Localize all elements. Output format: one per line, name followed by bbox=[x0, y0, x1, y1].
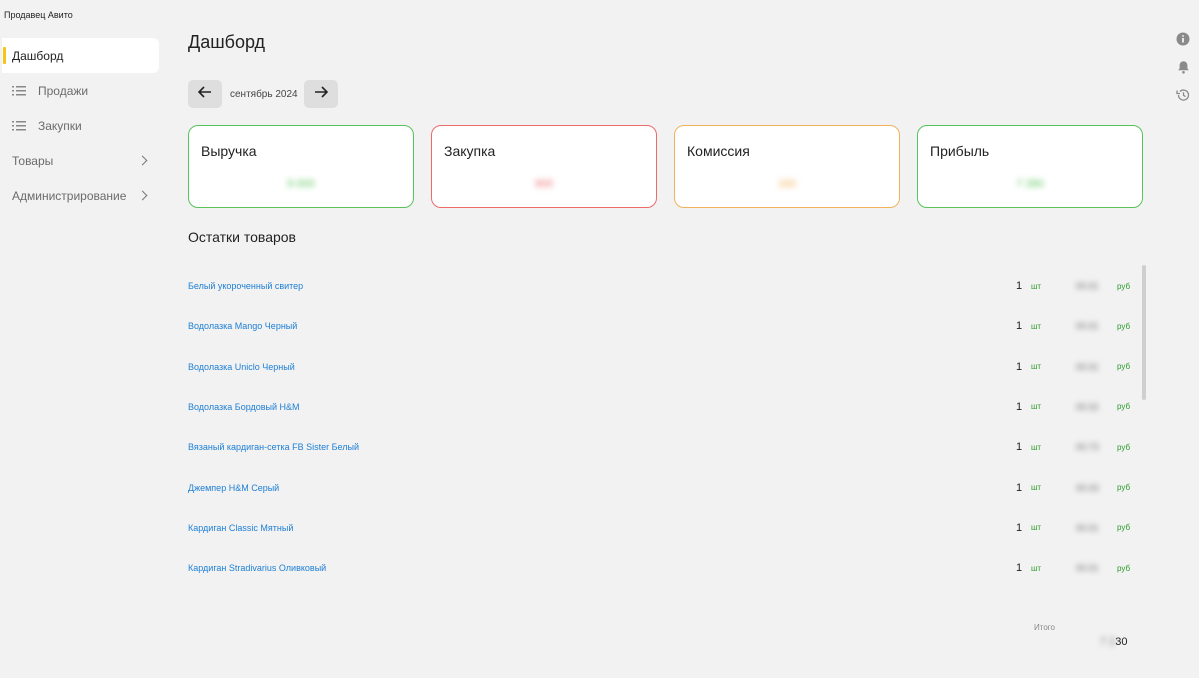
page-title: Дашборд bbox=[188, 32, 266, 52]
currency-label: руб bbox=[1117, 483, 1131, 492]
list-icon bbox=[12, 85, 28, 96]
card-value: 900 bbox=[534, 178, 554, 190]
currency-label: руб bbox=[1117, 281, 1131, 291]
table-row: Водолазка Uniclo Черный 1 шт 00.01 руб bbox=[188, 347, 1140, 387]
sidebar-item-sales[interactable]: Продажи bbox=[0, 73, 162, 108]
unit-label: шт bbox=[1031, 281, 1042, 291]
quantity: 1 bbox=[1016, 562, 1023, 575]
chevron-right-icon bbox=[137, 155, 148, 166]
quantity: 1 bbox=[1016, 481, 1023, 494]
price-value: 00.03 bbox=[1076, 482, 1099, 493]
product-name-link[interactable]: Белый укороченный свитер bbox=[188, 281, 303, 291]
list-icon bbox=[12, 120, 28, 131]
product-name-link[interactable]: Водолазка Бордовый H&M bbox=[188, 402, 300, 412]
price-value: 00.73 bbox=[1076, 442, 1099, 453]
product-name-link[interactable]: Водолазка Mango Черный bbox=[188, 321, 297, 331]
unit-label: шт bbox=[1031, 563, 1042, 573]
table-row: Водолазка Бордовый H&M 1 шт 00.02 руб bbox=[188, 387, 1140, 427]
total-value: 7 230 bbox=[1100, 636, 1128, 648]
arrow-left-icon bbox=[197, 85, 212, 103]
table-row: Водолазка Mango Черный 1 шт 00.01 руб bbox=[188, 306, 1140, 346]
card-value: 7 280 bbox=[1016, 178, 1044, 190]
price-value: 00.01 bbox=[1076, 321, 1099, 332]
price-value: 00.01 bbox=[1076, 522, 1099, 533]
product-name-link[interactable]: Джемпер H&M Серый bbox=[188, 483, 279, 493]
card-label: Комиссия bbox=[687, 143, 750, 159]
bell-icon[interactable] bbox=[1175, 59, 1191, 75]
currency-label: руб bbox=[1117, 442, 1131, 452]
sidebar-item-dashboard[interactable]: Дашборд bbox=[2, 38, 159, 73]
next-month-button[interactable] bbox=[303, 80, 338, 108]
currency-label: руб bbox=[1117, 402, 1131, 412]
sidebar-item-label: Закупки bbox=[38, 118, 82, 133]
currency-label: руб bbox=[1117, 523, 1131, 533]
total-value-visible: 30 bbox=[1115, 636, 1128, 648]
sidebar-item-administration[interactable]: Администрирование bbox=[0, 178, 162, 213]
profit-card: Прибыль 7 280 bbox=[917, 125, 1143, 208]
stock-section-title: Остатки товаров bbox=[188, 229, 296, 245]
unit-label: шт bbox=[1031, 321, 1042, 331]
sidebar-item-purchases[interactable]: Закупки bbox=[0, 108, 162, 143]
chevron-right-icon bbox=[137, 190, 148, 201]
card-label: Закупка bbox=[444, 143, 496, 159]
sidebar-item-label: Продажи bbox=[38, 83, 89, 98]
quantity: 1 bbox=[1016, 441, 1023, 454]
quantity: 1 bbox=[1016, 400, 1023, 413]
product-name-link[interactable]: Вязаный кардиган-сетка FB Sister Белый bbox=[188, 442, 359, 452]
table-row: Вязаный кардиган-сетка FB Sister Белый 1 ш… bbox=[188, 427, 1140, 467]
arrow-right-icon bbox=[314, 85, 328, 103]
price-value: 00.02 bbox=[1076, 401, 1099, 412]
history-icon[interactable] bbox=[1175, 87, 1191, 103]
list-overflow-fade bbox=[1010, 598, 1140, 610]
app-title: Продавец Авито bbox=[4, 10, 73, 20]
table-row: Белый укороченный свитер 1 шт 00.01 руб bbox=[188, 266, 1140, 306]
commission-card: Комиссия 180 bbox=[674, 125, 900, 208]
right-toolbar bbox=[1175, 31, 1191, 115]
product-name-link[interactable]: Кардиган Stradivarius Оливковый bbox=[188, 563, 326, 573]
card-value: 180 bbox=[777, 178, 797, 190]
table-row: Кардиган Stradivarius Оливковый 1 шт 00.01 р… bbox=[188, 548, 1140, 588]
unit-label: шт bbox=[1031, 402, 1042, 412]
table-row: Джемпер H&M Серый 1 шт 00.03 руб bbox=[188, 468, 1140, 508]
revenue-card: Выручка 9 000 bbox=[188, 125, 414, 208]
sidebar: Дашборд Продажи Закупки Товары Администр… bbox=[0, 38, 162, 213]
total-value-blurred: 7 2 bbox=[1100, 636, 1116, 648]
unit-label: шт bbox=[1031, 442, 1042, 452]
info-icon[interactable] bbox=[1175, 31, 1191, 47]
month-switcher: сентябрь 2024 bbox=[188, 80, 338, 108]
sidebar-item-products[interactable]: Товары bbox=[0, 143, 162, 178]
unit-label: шт bbox=[1031, 362, 1042, 372]
unit-label: шт bbox=[1031, 483, 1042, 492]
sidebar-item-label: Дашборд bbox=[12, 48, 64, 63]
product-name-link[interactable]: Кардиган Classic Мятный bbox=[188, 523, 293, 533]
price-value: 00.01 bbox=[1076, 361, 1099, 372]
sidebar-item-label: Товары bbox=[12, 153, 54, 168]
card-label: Выручка bbox=[201, 143, 257, 159]
currency-label: руб bbox=[1117, 362, 1131, 372]
currency-label: руб bbox=[1117, 321, 1131, 331]
product-name-link[interactable]: Водолазка Uniclo Черный bbox=[188, 362, 295, 372]
price-value: 00.01 bbox=[1076, 563, 1099, 574]
card-label: Прибыль bbox=[930, 143, 990, 159]
quantity: 1 bbox=[1016, 360, 1023, 373]
total-label: Итого bbox=[1034, 623, 1055, 632]
quantity: 1 bbox=[1016, 280, 1023, 292]
quantity: 1 bbox=[1016, 521, 1023, 534]
scrollbar[interactable] bbox=[1142, 265, 1146, 400]
table-row: Кардиган Classic Мятный 1 шт 00.01 руб bbox=[188, 508, 1140, 548]
currency-label: руб bbox=[1117, 563, 1131, 573]
prev-month-button[interactable] bbox=[188, 80, 222, 108]
sidebar-item-label: Администрирование bbox=[12, 188, 127, 203]
quantity: 1 bbox=[1016, 320, 1023, 333]
card-value: 9 000 bbox=[287, 178, 315, 190]
unit-label: шт bbox=[1031, 523, 1042, 533]
purchase-card: Закупка 900 bbox=[431, 125, 657, 208]
price-value: 00.01 bbox=[1076, 281, 1099, 291]
month-label: сентябрь 2024 bbox=[230, 88, 298, 100]
